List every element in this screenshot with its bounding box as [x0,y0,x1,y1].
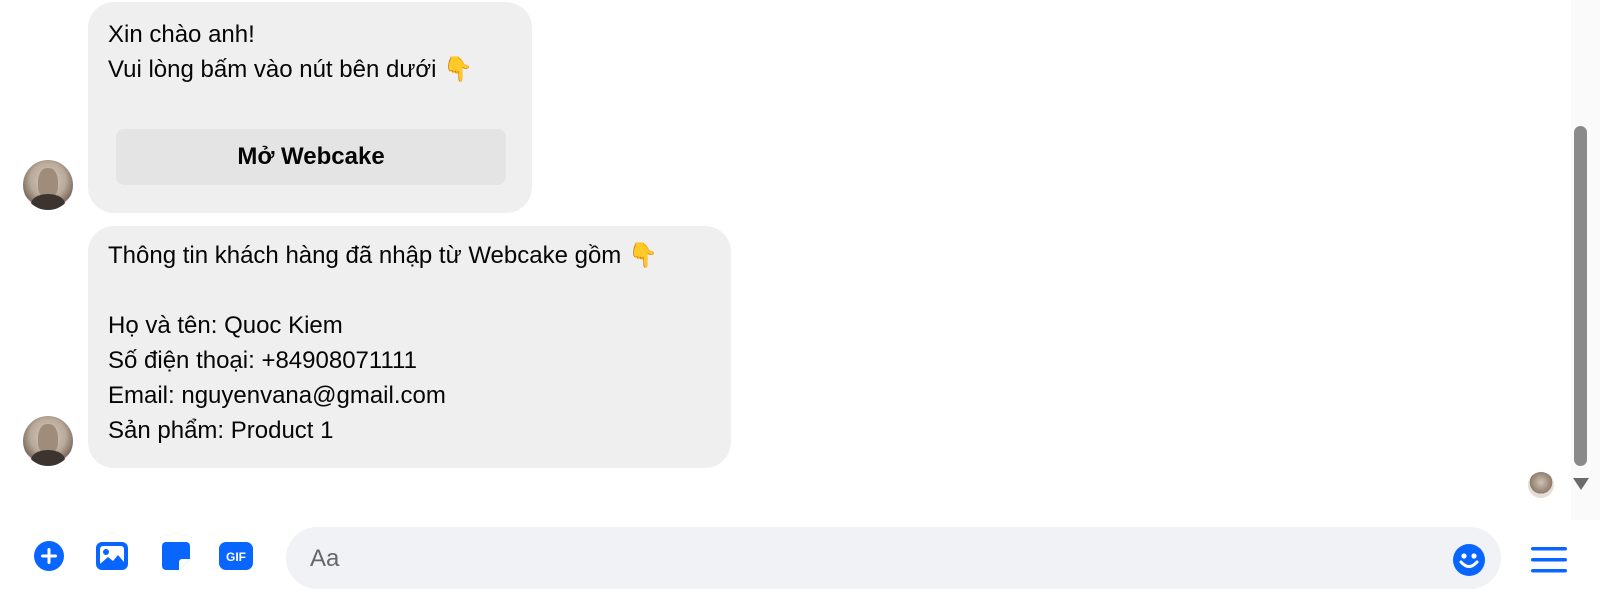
seen-indicator-avatar [1528,472,1554,498]
scrollbar-thumb[interactable] [1574,126,1587,466]
image-icon[interactable] [94,538,130,574]
message-input[interactable] [308,537,1432,581]
chat-area: Xin chào anh! Vui lòng bấm vào nút bên d… [0,0,1600,520]
menu-icon[interactable] [1530,545,1568,575]
message-line: Email: nguyenvana@gmail.com [108,382,446,409]
sticker-icon[interactable] [158,538,194,574]
avatar[interactable] [23,160,73,210]
message-line: Vui lòng bấm vào nút bên dưới 👇 [108,56,474,83]
avatar-body [31,450,65,466]
message-bubble: Thông tin khách hàng đã nhập từ Webcake … [88,226,731,468]
message-line: Sản phẩm: Product 1 [108,417,334,444]
message-line: Xin chào anh! [108,21,255,48]
message-input-box[interactable] [286,527,1501,589]
emoji-icon[interactable] [1452,543,1486,577]
avatar[interactable] [23,416,73,466]
plus-circle-icon[interactable] [31,538,67,574]
message-line: Số điện thoại: +84908071111 [108,347,417,374]
scroll-down-arrow-icon[interactable] [1573,478,1589,490]
message-header: Thông tin khách hàng đã nhập từ Webcake … [108,242,658,269]
open-webcake-button[interactable]: Mở Webcake [116,129,506,185]
avatar-body [31,194,65,210]
gif-icon[interactable]: GIF [217,538,255,574]
gif-label: GIF [226,550,246,564]
message-bubble: Xin chào anh! Vui lòng bấm vào nút bên d… [88,2,532,213]
message-line: Họ và tên: Quoc Kiem [108,312,343,339]
